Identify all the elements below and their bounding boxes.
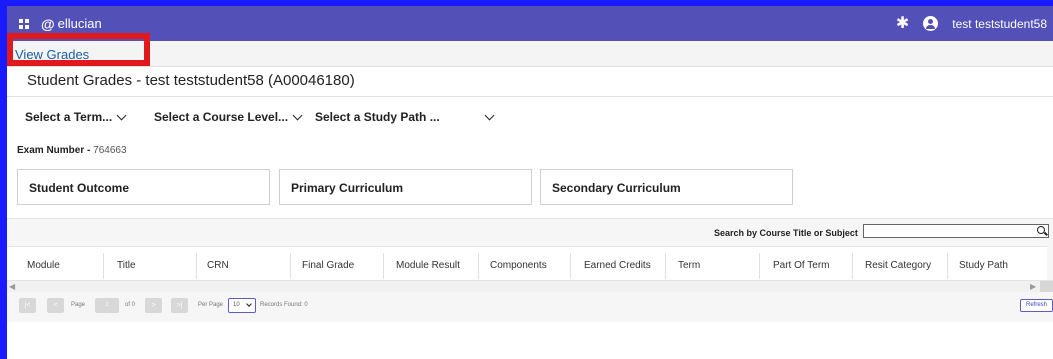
pagination-bar: |< < Page 1 of 0 > >| Per Page 10 Record… [7,298,1053,315]
column-divider [570,253,571,279]
next-page-button[interactable]: > [145,298,162,313]
col-resit-category[interactable]: Resit Category [865,260,931,271]
page-label: Page [71,302,86,308]
secondary-curriculum-card[interactable]: Secondary Curriculum [540,169,793,205]
term-select-label: Select a Term... [25,110,113,124]
exam-number-separator: - [87,145,91,156]
search-icon[interactable] [1037,226,1045,234]
col-final-grade[interactable]: Final Grade [302,260,354,271]
student-outcome-label: Student Outcome [29,181,130,195]
col-crn[interactable]: CRN [207,260,229,271]
col-study-path[interactable]: Study Path [959,260,1008,271]
column-divider [290,253,291,279]
first-page-button[interactable]: |< [19,298,36,313]
search-label: Search by Course Title or Subject [714,228,858,238]
col-term[interactable]: Term [678,260,700,271]
column-divider [759,253,760,279]
course-level-select-label: Select a Course Level... [154,110,289,124]
column-divider [196,253,197,279]
page-title: Student Grades - test teststudent58 (A00… [27,72,355,89]
column-divider [665,253,666,279]
chevron-down-icon [292,110,303,120]
app-frame: @ ellucian ✱ test teststudent58 View Gra… [0,0,1053,359]
breadcrumb: View Grades [7,41,1053,67]
study-path-select[interactable]: Select a Study Path ... [315,110,495,124]
logo-text: ellucian [57,16,102,31]
term-select[interactable]: Select a Term... [25,110,127,124]
prev-page-button[interactable]: < [47,298,64,313]
col-earned-credits[interactable]: Earned Credits [584,260,651,271]
last-page-button[interactable]: >| [171,298,188,313]
exam-number: Exam Number - 764663 [17,145,127,156]
top-bar: @ ellucian ✱ test teststudent58 [7,6,1053,41]
divider [7,96,1053,97]
chevron-down-icon [246,301,252,307]
horizontal-scrollbar[interactable]: ◀ ▶ [7,280,1053,292]
user-name[interactable]: test teststudent58 [952,17,1047,31]
scrollbar-thumb[interactable] [1040,281,1053,292]
app-grid-icon[interactable] [19,18,29,29]
chevron-down-icon [484,110,495,120]
primary-curriculum-card[interactable]: Primary Curriculum [279,169,532,205]
per-page-select[interactable]: 10 [228,298,256,313]
per-page-value: 10 [233,302,240,308]
col-module[interactable]: Module [27,260,60,271]
col-components[interactable]: Components [490,260,547,271]
refresh-button[interactable]: Refresh [1020,299,1053,312]
user-avatar-icon[interactable] [923,16,939,31]
column-divider [478,253,479,279]
study-path-select-label: Select a Study Path ... [315,110,440,124]
student-outcome-card[interactable]: Student Outcome [17,169,270,205]
ellucian-logo: @ ellucian [41,16,102,32]
search-input[interactable] [863,224,1049,238]
column-divider [383,253,384,279]
scroll-right-icon[interactable]: ▶ [1030,282,1036,291]
table-header-row: Module Title CRN Final Grade Module Resu… [7,246,1047,280]
col-title[interactable]: Title [117,260,136,271]
column-divider [947,253,948,279]
column-divider [852,253,853,279]
gear-icon[interactable]: ✱ [896,15,909,32]
logo-mark-icon: @ [41,15,55,32]
highlight-box [7,33,150,66]
secondary-curriculum-label: Secondary Curriculum [552,181,681,195]
chevron-down-icon [116,110,127,120]
col-module-result[interactable]: Module Result [396,260,460,271]
col-part-of-term[interactable]: Part Of Term [773,260,830,271]
primary-curriculum-label: Primary Curriculum [291,181,404,195]
exam-number-value: 764663 [93,145,127,156]
records-found: Records Found: 0 [260,302,308,308]
scroll-left-icon[interactable]: ◀ [9,282,15,291]
course-level-select[interactable]: Select a Course Level... [154,110,303,124]
page-number-input[interactable]: 1 [95,298,119,313]
column-divider [103,253,104,279]
per-page-label: Per Page [198,302,224,308]
page-of-label: of 0 [125,302,136,308]
exam-number-label: Exam Number [17,145,85,156]
